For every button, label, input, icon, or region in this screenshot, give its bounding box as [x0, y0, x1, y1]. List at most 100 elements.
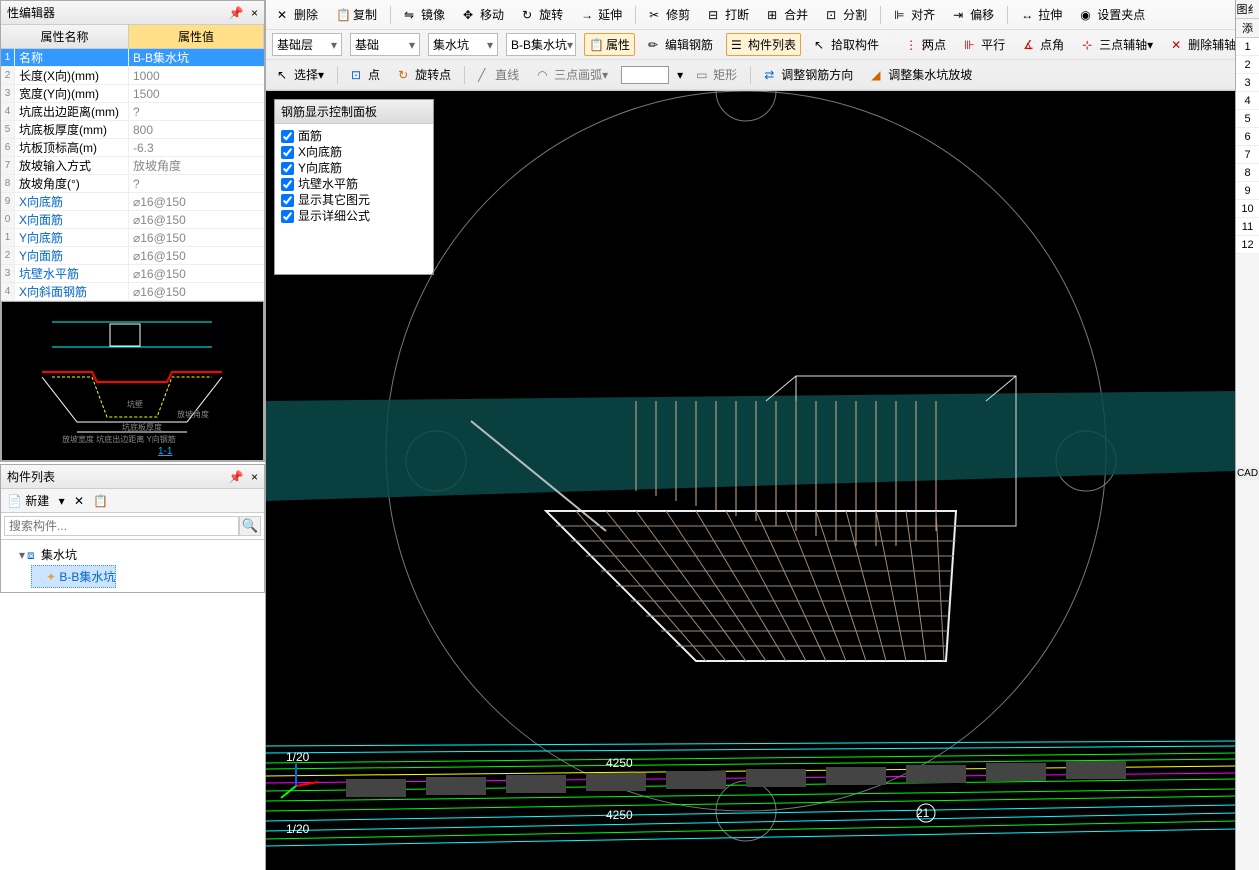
svg-text:4250: 4250: [606, 756, 633, 770]
ribbon: ✕删除 📋复制 ⇋镜像 ✥移动 ↻旋转 →延伸 ✂修剪 ⊟打断 ⊞合并 ⊡分割 ⊫对齐 ⇥偏移 ↔拉伸 ◉…: [266, 0, 1235, 91]
component-list-title: 构件列表: [7, 468, 55, 485]
edit-rebar-button[interactable]: ✏编辑钢筋: [643, 33, 718, 56]
property-row[interactable]: 4坑底出边距离(mm)?: [1, 103, 264, 121]
property-row[interactable]: 5坑底板厚度(mm)800: [1, 121, 264, 139]
tree-node-root[interactable]: ▾⧈ 集水坑: [5, 544, 260, 565]
right-strip: 图纟 添 123456789101112 CAD: [1235, 0, 1259, 870]
component-tree[interactable]: ▾⧈ 集水坑 ✦ B-B集水坑: [1, 540, 264, 592]
right-num-cell[interactable]: 8: [1236, 164, 1259, 182]
right-num-cell[interactable]: 10: [1236, 200, 1259, 218]
search-input[interactable]: [4, 516, 239, 536]
property-row[interactable]: 4X向斜面钢筋⌀16@150: [1, 283, 264, 301]
new-button[interactable]: 📄 新建 ▾: [7, 494, 65, 508]
ribbon-btn-移动[interactable]: ✥移动: [458, 3, 509, 26]
ribbon-btn-分割[interactable]: ⊡分割: [821, 3, 872, 26]
line-button[interactable]: ╱直线: [473, 63, 524, 86]
svg-text:坑壁: 坑壁: [127, 399, 143, 409]
select-button[interactable]: ↖选择 ▾: [272, 63, 329, 86]
type-dropdown[interactable]: 集水坑 ▾: [428, 33, 498, 56]
right-num-cell[interactable]: 1: [1236, 38, 1259, 56]
svg-text:1/20: 1/20: [286, 822, 310, 836]
right-num-cell[interactable]: 3: [1236, 74, 1259, 92]
search-button[interactable]: 🔍: [239, 516, 261, 536]
ribbon-row-edit: ✕删除 📋复制 ⇋镜像 ✥移动 ↻旋转 →延伸 ✂修剪 ⊟打断 ⊞合并 ⊡分割 ⊫对齐 ⇥偏移 ↔拉伸 ◉…: [266, 0, 1235, 30]
preview-link: 1-1: [158, 446, 173, 457]
right-num-cell[interactable]: 5: [1236, 110, 1259, 128]
svg-text:放坡宽度 坑底出边距离 Y向钢筋: 放坡宽度 坑底出边距离 Y向钢筋: [62, 434, 176, 444]
right-num-cell[interactable]: 7: [1236, 146, 1259, 164]
delete-axis-button[interactable]: ✕删除辅轴: [1166, 33, 1235, 56]
property-row[interactable]: 3坑壁水平筋⌀16@150: [1, 265, 264, 283]
adjust-slope-button[interactable]: ◢调整集水坑放坡: [866, 63, 977, 86]
ribbon-btn-镜像[interactable]: ⇋镜像: [399, 3, 450, 26]
arc-button[interactable]: ◠三点画弧 ▾: [532, 63, 613, 86]
property-row[interactable]: 1名称B-B集水坑: [1, 49, 264, 67]
ribbon-row-context: 基础层 ▾ 基础 ▾ 集水坑 ▾ B-B集水坑▾ 📋属性 ✏编辑钢筋 ☰构件列表…: [266, 30, 1235, 60]
property-row[interactable]: 1Y向底筋⌀16@150: [1, 229, 264, 247]
property-editor-title-bar[interactable]: 性编辑器 📌 ×: [1, 1, 264, 25]
property-row[interactable]: 3宽度(Y向)(mm)1500: [1, 85, 264, 103]
tree-node-child[interactable]: ✦ B-B集水坑: [31, 565, 116, 588]
ribbon-btn-偏移[interactable]: ⇥偏移: [948, 3, 999, 26]
right-tab-2[interactable]: 添: [1236, 19, 1259, 38]
property-row[interactable]: 9X向底筋⌀16@150: [1, 193, 264, 211]
ribbon-btn-设置夹点[interactable]: ◉设置夹点: [1075, 3, 1150, 26]
right-num-cell[interactable]: 9: [1236, 182, 1259, 200]
pin-icon[interactable]: 📌: [229, 6, 244, 20]
property-editor-title: 性编辑器: [7, 4, 55, 21]
layer-dropdown[interactable]: 基础层 ▾: [272, 33, 342, 56]
property-row[interactable]: 2长度(X向)(mm)1000: [1, 67, 264, 85]
ribbon-btn-删除[interactable]: ✕删除: [272, 3, 323, 26]
pick-component-button[interactable]: ↖拾取构件: [809, 33, 884, 56]
component-list-toolbar: 📄 新建 ▾ ✕ 📋: [1, 489, 264, 513]
rotation-point-button[interactable]: ↻旋转点: [393, 63, 456, 86]
right-num-cell[interactable]: 4: [1236, 92, 1259, 110]
right-num-cell[interactable]: 2: [1236, 56, 1259, 74]
rect-button[interactable]: ▭矩形: [691, 63, 742, 86]
ribbon-btn-打断[interactable]: ⊟打断: [703, 3, 754, 26]
property-row[interactable]: 7放坡输入方式放坡角度: [1, 157, 264, 175]
right-num-cell[interactable]: 12: [1236, 236, 1259, 254]
property-row[interactable]: 2Y向面筋⌀16@150: [1, 247, 264, 265]
category-dropdown[interactable]: 基础 ▾: [350, 33, 420, 56]
component-list-title-bar[interactable]: 构件列表 📌 ×: [1, 465, 264, 489]
copy-button[interactable]: 📋: [93, 494, 108, 508]
close-icon[interactable]: ×: [251, 470, 258, 484]
attribute-button[interactable]: 📋属性: [584, 33, 635, 56]
property-row[interactable]: 0X向面筋⌀16@150: [1, 211, 264, 229]
fill-color-box[interactable]: [621, 66, 669, 84]
ribbon-btn-修剪[interactable]: ✂修剪: [644, 3, 695, 26]
ribbon-btn-对齐[interactable]: ⊫对齐: [889, 3, 940, 26]
property-header: 属性名称 属性值: [1, 25, 264, 49]
point-angle-button[interactable]: ∡点角: [1018, 33, 1069, 56]
three-point-axis-button[interactable]: ⊹三点辅轴 ▾: [1077, 33, 1158, 56]
delete-button[interactable]: ✕: [74, 494, 84, 508]
svg-text:坑底板厚度: 坑底板厚度: [122, 422, 162, 432]
two-point-button[interactable]: ⋮⋮两点: [900, 33, 951, 56]
component-search: 🔍: [1, 513, 264, 540]
close-icon[interactable]: ×: [251, 6, 258, 20]
right-tab-1[interactable]: 图纟: [1236, 0, 1259, 19]
component-list-button[interactable]: ☰构件列表: [726, 33, 801, 56]
pin-icon[interactable]: 📌: [229, 470, 244, 484]
property-preview[interactable]: 坑壁 坑底板厚度 放坡角度 放坡宽度 坑底出边距离 Y向钢筋 1-1: [1, 301, 264, 461]
parallel-button[interactable]: ⊪平行: [959, 33, 1010, 56]
right-num-cell[interactable]: 11: [1236, 218, 1259, 236]
ribbon-btn-旋转[interactable]: ↻旋转: [517, 3, 568, 26]
property-row[interactable]: 6坑板顶标高(m)-6.3: [1, 139, 264, 157]
point-button[interactable]: ⊡点: [346, 63, 385, 86]
ribbon-btn-合并[interactable]: ⊞合并: [762, 3, 813, 26]
adjust-rebar-dir-button[interactable]: ⇄调整钢筋方向: [759, 63, 858, 86]
property-editor: 性编辑器 📌 × 属性名称 属性值 1名称B-B集水坑2长度(X向)(mm)10…: [0, 0, 265, 462]
right-num-cell[interactable]: 6: [1236, 128, 1259, 146]
ribbon-btn-拉伸[interactable]: ↔拉伸: [1016, 3, 1067, 26]
cad-label[interactable]: CAD: [1236, 467, 1259, 480]
property-row[interactable]: 8放坡角度(°)?: [1, 175, 264, 193]
viewport-3d[interactable]: 钢筋显示控制面板 面筋X向底筋Y向底筋坑壁水平筋显示其它图元显示详细公式: [266, 91, 1235, 870]
ribbon-btn-复制[interactable]: 📋复制: [331, 3, 382, 26]
name-dropdown[interactable]: B-B集水坑▾: [506, 33, 576, 56]
ribbon-row-draw: ↖选择 ▾ ⊡点 ↻旋转点 ╱直线 ◠三点画弧 ▾ ▾ ▭矩形 ⇄调整钢筋方向 …: [266, 60, 1235, 90]
ribbon-btn-延伸[interactable]: →延伸: [576, 3, 627, 26]
property-rows[interactable]: 1名称B-B集水坑2长度(X向)(mm)10003宽度(Y向)(mm)15004…: [1, 49, 264, 301]
left-panel: 性编辑器 📌 × 属性名称 属性值 1名称B-B集水坑2长度(X向)(mm)10…: [0, 0, 266, 870]
